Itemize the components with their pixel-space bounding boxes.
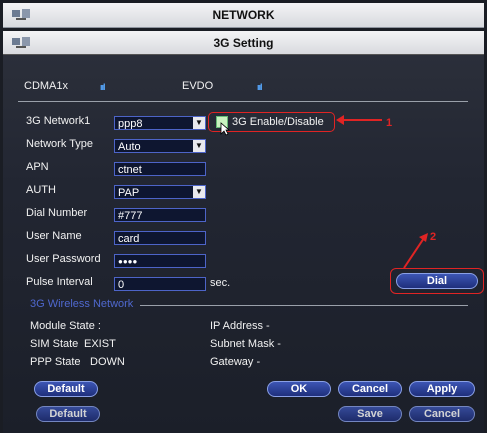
ppp-state-label: PPP State [30, 356, 81, 368]
network-type-select[interactable]: Auto ▼ [114, 139, 206, 153]
pulse-interval-unit: sec. [210, 277, 231, 289]
3g-network-select[interactable]: ppp8 ▼ [114, 116, 206, 130]
dial-button[interactable]: Dial [396, 273, 478, 289]
auth-value: PAP [118, 187, 140, 199]
divider [140, 305, 468, 306]
apn-input[interactable]: ctnet [114, 162, 206, 176]
auth-select[interactable]: PAP ▼ [114, 185, 206, 199]
chevron-down-icon[interactable]: ▼ [193, 186, 205, 198]
annotation-arrow-2 [403, 233, 428, 269]
wireless-section-title: 3G Wireless Network [30, 298, 134, 310]
signal-strength-icon: ııl [257, 82, 262, 92]
user-name-input[interactable]: card [114, 231, 206, 245]
pulse-interval-label: Pulse Interval [26, 276, 93, 288]
cancel-button[interactable]: Cancel [338, 381, 402, 397]
user-name-label: User Name [26, 230, 82, 242]
background-default-button: Default [36, 406, 100, 422]
3g-network-value: ppp8 [118, 118, 143, 130]
apn-label: APN [26, 161, 49, 173]
chevron-down-icon[interactable]: ▼ [193, 140, 205, 152]
background-save-button: Save [338, 406, 402, 422]
sim-state-label: SIM State [30, 338, 79, 350]
user-password-input[interactable]: ●●●● [114, 254, 206, 268]
network-window-title: NETWORK [212, 8, 275, 22]
signal-name-evdo: EVDO [182, 80, 214, 92]
background-cancel-button: Cancel [409, 406, 475, 422]
module-state-label: Module State : [30, 320, 101, 332]
network-window-titlebar: NETWORK [3, 3, 484, 28]
gateway-label: Gateway - [210, 356, 261, 368]
ok-button[interactable]: OK [267, 381, 331, 397]
network-type-label: Network Type [26, 138, 94, 150]
annotation-arrow-1 [336, 115, 382, 125]
default-button[interactable]: Default [34, 381, 98, 397]
dial-number-label: Dial Number [26, 207, 88, 219]
signal-name-cdma: CDMA1x [24, 80, 69, 92]
3g-enable-label: 3G Enable/Disable [232, 116, 324, 128]
sim-state-value: EXIST [84, 338, 116, 350]
auth-label: AUTH [26, 184, 56, 196]
dial-number-input[interactable]: #777 [114, 208, 206, 222]
network-type-value: Auto [118, 141, 141, 153]
ppp-state-value: DOWN [90, 356, 125, 368]
dialog-title: 3G Setting [213, 36, 274, 50]
chevron-down-icon[interactable]: ▼ [193, 117, 205, 129]
mouse-cursor-icon [220, 122, 230, 136]
signal-strength-icon: ııl [100, 82, 105, 92]
user-password-label: User Password [26, 253, 101, 265]
3g-network-label: 3G Network1 [26, 115, 91, 127]
apply-button[interactable]: Apply [409, 381, 475, 397]
divider [18, 101, 468, 102]
pulse-interval-input[interactable]: 0 [114, 277, 206, 291]
annotation-label-2: 2 [430, 231, 437, 243]
subnet-mask-label: Subnet Mask - [210, 338, 281, 350]
ip-address-label: IP Address - [210, 320, 270, 332]
annotation-label-1: 1 [386, 117, 393, 129]
dialog-titlebar: 3G Setting [3, 31, 484, 56]
